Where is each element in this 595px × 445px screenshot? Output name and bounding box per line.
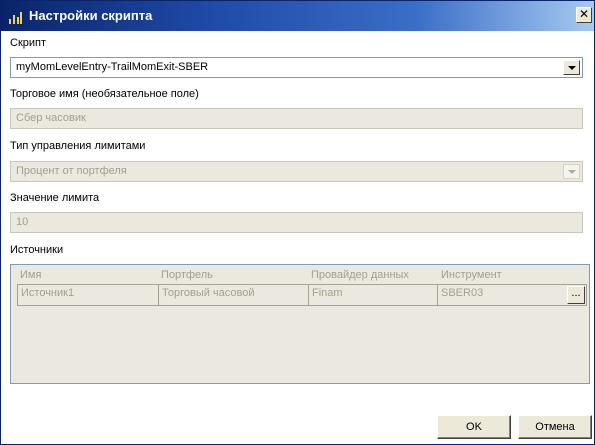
- cancel-button[interactable]: Отмена: [518, 415, 592, 439]
- chart-bars-icon: [7, 8, 23, 24]
- cell-portfolio: Торговый часовой: [159, 285, 309, 305]
- limit-value-field: 10: [10, 212, 583, 233]
- limit-type-select: Процент от портфеля: [10, 161, 583, 182]
- column-header-portfolio: Портфель: [161, 269, 213, 281]
- script-label: Скрипт: [10, 37, 47, 49]
- chevron-down-icon: [563, 164, 580, 179]
- ok-button[interactable]: OK: [437, 415, 511, 439]
- browse-instrument-button[interactable]: ...: [567, 286, 585, 304]
- chevron-down-icon[interactable]: [563, 60, 580, 75]
- script-select[interactable]: myMomLevelEntry-TrailMomExit-SBER: [10, 57, 583, 78]
- limit-value-value: 10: [16, 216, 29, 228]
- limit-type-label: Тип управления лимитами: [10, 140, 146, 152]
- window-title: Настройки скрипта: [29, 8, 153, 23]
- limit-type-value: Процент от портфеля: [16, 165, 127, 177]
- title-bar[interactable]: Настройки скрипта ✕: [1, 1, 594, 31]
- sources-label: Источники: [10, 244, 64, 256]
- cell-name: Источник1: [18, 285, 159, 305]
- column-header-instrument: Инструмент: [441, 269, 502, 281]
- column-header-provider: Провайдер данных: [311, 269, 409, 281]
- limit-value-label: Значение лимита: [10, 192, 100, 204]
- cell-provider: Finam: [309, 285, 438, 305]
- cell-instrument: SBER03 ...: [438, 285, 586, 305]
- script-select-value: myMomLevelEntry-TrailMomExit-SBER: [16, 61, 209, 73]
- trade-name-field: Сбер часовик: [10, 108, 583, 129]
- trade-name-label: Торговое имя (необязательное поле): [10, 88, 199, 100]
- table-row: Источник1 Торговый часовой Finam SBER03 …: [17, 284, 587, 306]
- grid-header: Имя Портфель Провайдер данных Инструмент: [11, 269, 589, 283]
- cell-instrument-value: SBER03: [441, 287, 484, 299]
- trade-name-value: Сбер часовик: [16, 112, 86, 124]
- column-header-name: Имя: [20, 269, 42, 281]
- sources-grid: Имя Портфель Провайдер данных Инструмент…: [10, 264, 590, 384]
- script-settings-dialog: Настройки скрипта ✕ Скрипт myMomLevelEnt…: [0, 0, 595, 445]
- close-button[interactable]: ✕: [576, 7, 592, 23]
